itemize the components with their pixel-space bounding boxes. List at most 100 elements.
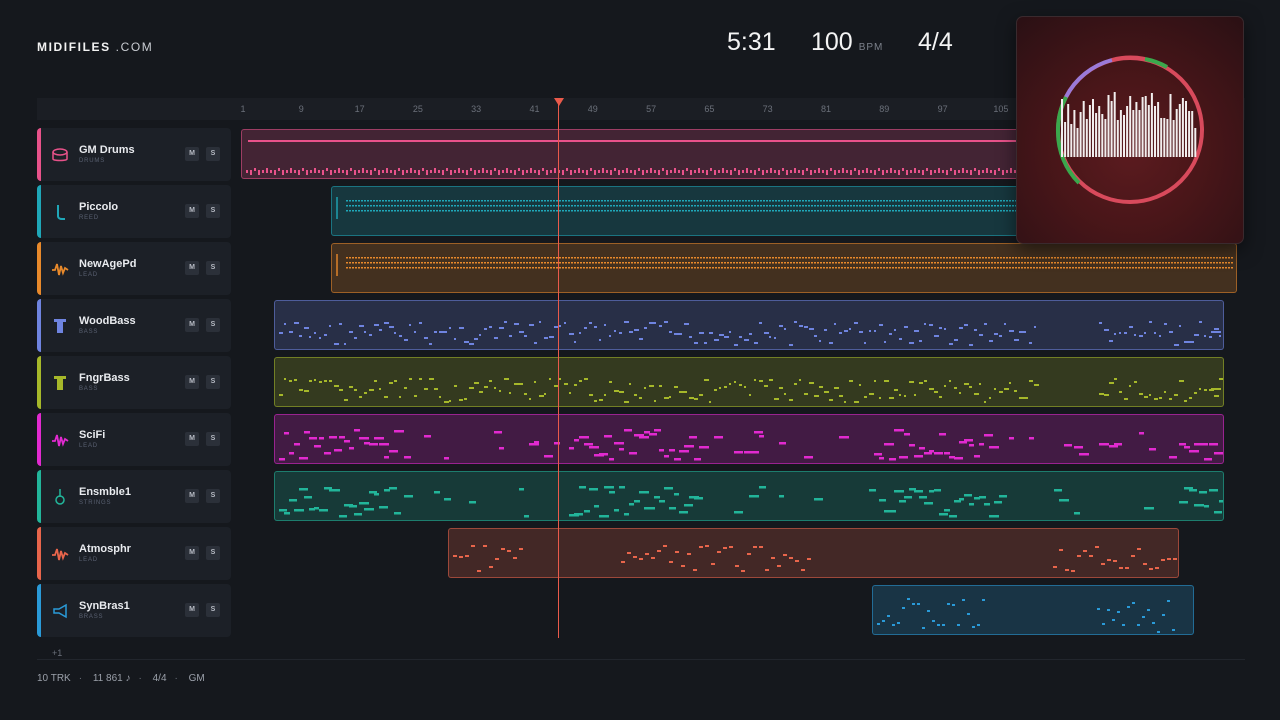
mute-button[interactable]: M <box>185 432 199 446</box>
mute-button[interactable]: M <box>185 147 199 161</box>
track-name: Piccolo <box>79 201 119 213</box>
midi-clip[interactable] <box>872 585 1194 635</box>
track-color-stripe <box>37 470 41 523</box>
track-row: SynBras1 BRASS M S <box>37 584 1245 637</box>
ruler-tick: 65 <box>704 104 715 114</box>
mute-button[interactable]: M <box>185 603 199 617</box>
bass-icon <box>54 376 66 390</box>
solo-button[interactable]: S <box>206 204 220 218</box>
track-header[interactable]: Atmosphr LEAD M S <box>37 527 231 580</box>
waveform-icon <box>52 263 69 276</box>
track-color-stripe <box>37 356 41 409</box>
ruler-tick: 49 <box>587 104 598 114</box>
mute-button[interactable]: M <box>185 204 199 218</box>
track-category: DRUMS <box>79 158 105 164</box>
track-category: BASS <box>79 386 99 392</box>
solo-button[interactable]: S <box>206 375 220 389</box>
track-lane[interactable] <box>233 527 1245 580</box>
track-category: STRINGS <box>79 500 112 506</box>
footer-status: 10 TRK · 11 861 ♪ · 4/4 · GM <box>37 673 205 684</box>
mute-button[interactable]: M <box>185 546 199 560</box>
solo-button[interactable]: S <box>206 261 220 275</box>
track-header[interactable]: SciFi LEAD M S <box>37 413 231 466</box>
track-row: WoodBass BASS M S <box>37 299 1245 352</box>
ruler-tick: 105 <box>993 104 1009 114</box>
track-row: Ensmble1 STRINGS M S <box>37 470 1245 523</box>
track-category: BASS <box>79 329 99 335</box>
time-signature: 4/4 <box>918 28 953 56</box>
ruler-tick: 1 <box>240 104 246 114</box>
track-color-stripe <box>37 185 41 238</box>
track-header[interactable]: Piccolo REED M S <box>37 185 231 238</box>
track-lane[interactable] <box>233 470 1245 523</box>
midi-clip[interactable] <box>274 471 1224 521</box>
track-header[interactable]: WoodBass BASS M S <box>37 299 231 352</box>
ruler-tick: 9 <box>298 104 304 114</box>
track-category: LEAD <box>79 443 98 449</box>
track-lane[interactable] <box>233 299 1245 352</box>
track-row: Atmosphr LEAD M S <box>37 527 1245 580</box>
track-color-stripe <box>37 527 41 580</box>
track-category: BRASS <box>79 614 104 620</box>
track-lane[interactable] <box>233 356 1245 409</box>
track-lane[interactable] <box>233 584 1245 637</box>
track-name: SciFi <box>79 429 106 441</box>
track-category: REED <box>79 215 99 221</box>
track-lane[interactable] <box>233 242 1245 295</box>
track-row: NewAgePd LEAD M S <box>37 242 1245 295</box>
track-color-stripe <box>37 128 41 181</box>
playhead[interactable] <box>558 103 559 638</box>
track-row: FngrBass BASS M S <box>37 356 1245 409</box>
solo-button[interactable]: S <box>206 546 220 560</box>
track-lane[interactable] <box>233 413 1245 466</box>
solo-button[interactable]: S <box>206 603 220 617</box>
ruler-tick: 81 <box>820 104 832 114</box>
waveform-icon <box>52 434 69 447</box>
midi-clip[interactable] <box>274 300 1224 350</box>
track-header[interactable]: FngrBass BASS M S <box>37 356 231 409</box>
mute-button[interactable]: M <box>185 489 199 503</box>
track-name: GM Drums <box>79 144 135 156</box>
track-color-stripe <box>37 299 41 352</box>
track-header[interactable]: SynBras1 BRASS M S <box>37 584 231 637</box>
track-header[interactable]: NewAgePd LEAD M S <box>37 242 231 295</box>
ruler-tick: 41 <box>529 104 540 114</box>
mute-button[interactable]: M <box>185 261 199 275</box>
track-color-stripe <box>37 242 41 295</box>
tempo-display: 100 BPM <box>811 28 884 56</box>
track-name: FngrBass <box>79 372 130 384</box>
ruler-tick: 57 <box>646 104 657 114</box>
spectrum-bars <box>1061 92 1197 157</box>
track-header[interactable]: GM Drums DRUMS M S <box>37 128 231 181</box>
mute-button[interactable]: M <box>185 318 199 332</box>
solo-button[interactable]: S <box>206 489 220 503</box>
more-tracks-label[interactable]: +1 <box>52 648 62 658</box>
strings-icon <box>55 489 65 505</box>
track-color-stripe <box>37 413 41 466</box>
ruler-tick: 17 <box>354 104 365 114</box>
ruler-tick: 33 <box>471 104 482 114</box>
solo-button[interactable]: S <box>206 432 220 446</box>
note-count: 11 861 ♪ <box>92 673 131 684</box>
audio-visualizer <box>1016 16 1244 244</box>
midi-clip[interactable] <box>331 243 1237 293</box>
playhead-marker[interactable] <box>554 98 564 106</box>
mute-button[interactable]: M <box>185 375 199 389</box>
track-header[interactable]: Ensmble1 STRINGS M S <box>37 470 231 523</box>
footer-divider <box>37 659 1245 660</box>
footer-standard: GM <box>188 673 205 684</box>
track-name: WoodBass <box>79 315 136 327</box>
logo: MIDIFILES .COM <box>37 40 154 54</box>
track-category: LEAD <box>79 557 98 563</box>
track-name: Ensmble1 <box>79 486 131 498</box>
solo-button[interactable]: S <box>206 147 220 161</box>
midi-clip[interactable] <box>274 357 1224 407</box>
track-category: LEAD <box>79 272 98 278</box>
waveform-icon <box>52 548 69 561</box>
midi-clip[interactable] <box>274 414 1224 464</box>
ruler-tick: 97 <box>937 104 948 114</box>
solo-button[interactable]: S <box>206 318 220 332</box>
ruler-tick: 25 <box>412 104 423 114</box>
track-count: 10 TRK <box>37 673 71 684</box>
brass-icon <box>53 603 67 619</box>
